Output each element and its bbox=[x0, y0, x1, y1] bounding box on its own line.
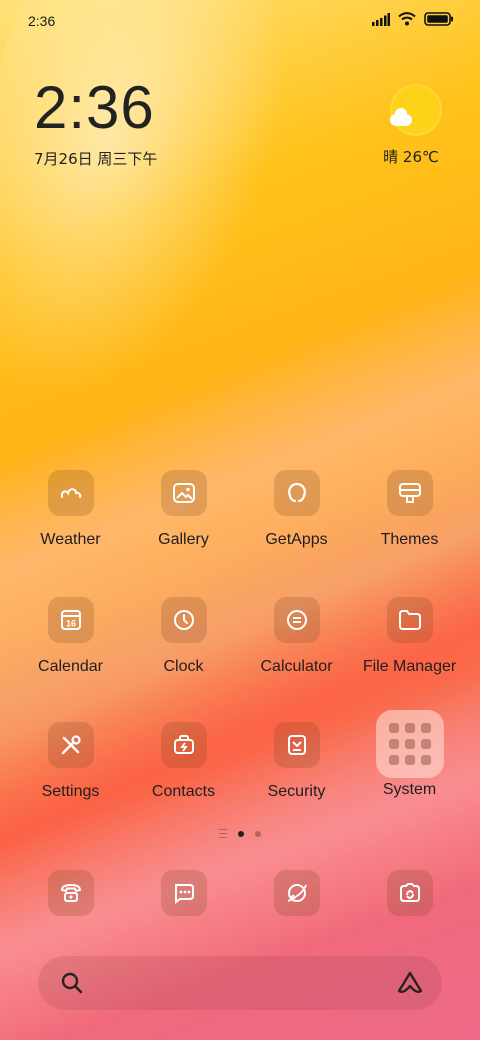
app-calendar[interactable]: 16 Calendar bbox=[14, 597, 127, 676]
clock-icon bbox=[160, 597, 207, 643]
gallery-icon bbox=[160, 470, 207, 516]
calculator-icon bbox=[273, 597, 320, 643]
app-weather[interactable]: Weather bbox=[14, 470, 127, 549]
folder-icon bbox=[386, 597, 433, 643]
app-label: Themes bbox=[380, 531, 439, 548]
signal-icon bbox=[372, 12, 390, 26]
app-label: Clock bbox=[163, 658, 204, 675]
camera-icon bbox=[386, 870, 433, 916]
app-clock[interactable]: Clock bbox=[127, 597, 240, 676]
clock-widget[interactable]: 2:36 7月26日 周三下午 bbox=[34, 78, 157, 169]
status-bar: 2:36 bbox=[0, 0, 480, 44]
app-settings[interactable]: Settings bbox=[14, 722, 127, 801]
app-label: Contacts bbox=[151, 783, 216, 800]
dock-browser[interactable] bbox=[240, 870, 353, 916]
themes-icon bbox=[386, 470, 433, 516]
contacts-icon bbox=[160, 722, 207, 768]
app-file-manager[interactable]: File Manager bbox=[353, 597, 466, 676]
wifi-icon bbox=[398, 12, 416, 26]
app-drawer-indicator[interactable] bbox=[219, 829, 227, 838]
app-calculator[interactable]: Calculator bbox=[240, 597, 353, 676]
getapps-icon bbox=[273, 470, 320, 516]
app-label: Settings bbox=[41, 783, 100, 800]
assistant-icon[interactable] bbox=[396, 970, 424, 996]
calendar-badge: 16 bbox=[65, 619, 75, 629]
app-security[interactable]: Security bbox=[240, 722, 353, 801]
app-gallery[interactable]: Gallery bbox=[127, 470, 240, 549]
battery-icon bbox=[424, 12, 453, 26]
calendar-icon: 16 bbox=[47, 597, 94, 643]
dock-messages[interactable] bbox=[127, 870, 240, 916]
app-label: GetApps bbox=[265, 531, 328, 548]
dock-camera[interactable] bbox=[353, 870, 466, 916]
settings-icon bbox=[47, 722, 94, 768]
messages-icon bbox=[160, 870, 207, 916]
weather-icon bbox=[47, 470, 94, 516]
app-label: Security bbox=[267, 783, 326, 800]
status-time: 2:36 bbox=[28, 13, 56, 29]
app-getapps[interactable]: GetApps bbox=[240, 470, 353, 549]
page-dot-active[interactable] bbox=[238, 830, 244, 837]
clock-time: 2:36 bbox=[34, 74, 155, 141]
app-label: Gallery bbox=[158, 531, 209, 548]
browser-icon bbox=[273, 870, 320, 916]
app-label: File Manager bbox=[362, 658, 457, 675]
security-icon bbox=[273, 722, 320, 768]
app-system-folder[interactable]: System bbox=[353, 710, 466, 799]
dock-phone[interactable] bbox=[14, 870, 127, 916]
page-indicator[interactable] bbox=[0, 829, 480, 838]
app-label: Calculator bbox=[260, 658, 333, 675]
clock-date: 7月26日 周三下午 bbox=[34, 150, 158, 168]
search-icon bbox=[61, 972, 83, 994]
status-icons bbox=[372, 12, 454, 26]
phone-icon bbox=[47, 870, 94, 916]
app-label: System bbox=[382, 781, 437, 798]
page-dot[interactable] bbox=[255, 830, 261, 837]
app-label: Weather bbox=[40, 531, 101, 548]
system-folder-icon bbox=[375, 710, 444, 778]
search-bar[interactable] bbox=[38, 956, 442, 1010]
app-contacts[interactable]: Contacts bbox=[127, 722, 240, 801]
app-themes[interactable]: Themes bbox=[353, 470, 466, 549]
weather-widget[interactable]: 晴 26℃ bbox=[383, 84, 446, 167]
app-label: Calendar bbox=[38, 658, 103, 675]
weather-text: 晴 26℃ bbox=[383, 148, 439, 166]
sun-cloud-icon bbox=[390, 84, 442, 136]
dock bbox=[0, 870, 480, 920]
